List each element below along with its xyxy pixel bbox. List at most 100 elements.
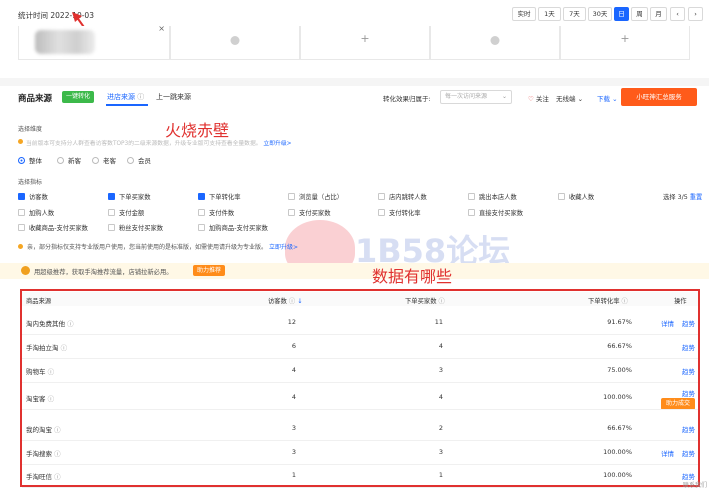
checkbox-icon xyxy=(468,209,475,216)
indicator-checkbox[interactable]: 收藏人数 xyxy=(558,192,594,201)
attribution-label: 转化效果归属于: xyxy=(383,95,431,103)
radio-label: 会员 xyxy=(138,157,151,165)
checkbox-label: 支付转化率 xyxy=(389,210,421,217)
checkbox-label: 加购商品-支付买家数 xyxy=(209,225,268,232)
indicator-checkbox[interactable]: 下单转化率 xyxy=(198,192,240,201)
checkbox-icon xyxy=(108,224,115,231)
checkbox-label: 收藏人数 xyxy=(569,194,595,201)
indicator-checkbox[interactable]: 加购人数 xyxy=(18,208,54,217)
checkbox-icon xyxy=(18,224,25,231)
period-button[interactable]: 30天 xyxy=(588,7,612,21)
product-card-add[interactable]: + xyxy=(300,26,430,60)
checkbox-icon xyxy=(378,209,385,216)
upgrade-note: 亲，部分指标仅支持专业版用户使用，您当前使用的是标准版，如需使用请升级为专业版。… xyxy=(27,244,298,251)
checkbox-icon xyxy=(198,224,205,231)
reset-button[interactable]: 重置 xyxy=(690,194,703,201)
checkbox-label: 支付件数 xyxy=(209,210,235,217)
radio-label: 老客 xyxy=(103,157,116,165)
indicator-checkbox[interactable]: 加购商品-支付买家数 xyxy=(198,223,268,232)
table-highlight-frame xyxy=(20,289,700,487)
period-button[interactable]: 日 xyxy=(614,7,629,21)
checkbox-icon xyxy=(198,209,205,216)
checkbox-label: 浏览量（占比） xyxy=(299,194,344,201)
one-click-convert-button[interactable]: 一键转化 xyxy=(62,91,95,103)
tab-entry-source[interactable]: 进店来源 ⓘ xyxy=(107,92,144,102)
plus-icon: + xyxy=(620,32,630,45)
radio-label: 整体 xyxy=(29,157,42,165)
chevron-left-icon[interactable]: ‹ xyxy=(670,7,685,21)
product-thumbnail-blurred xyxy=(35,30,95,54)
xiaowang-summary-button[interactable]: 小旺神汇总服务 xyxy=(621,88,697,106)
annotation-data-table: 数据有哪些 xyxy=(372,267,453,286)
period-button[interactable]: 周 xyxy=(631,7,648,21)
indicator-checkbox[interactable]: 粉丝支付买家数 xyxy=(108,223,163,232)
note-dot-icon xyxy=(18,244,23,249)
radio-label: 新客 xyxy=(68,157,81,165)
close-icon[interactable]: × xyxy=(158,24,165,33)
checkbox-icon xyxy=(558,193,565,200)
follow-button[interactable]: ♡ 关注 xyxy=(528,93,549,103)
indicator-checkbox[interactable]: 支付转化率 xyxy=(378,208,420,217)
table-row-divider xyxy=(22,487,698,488)
checkbox-label: 支付买家数 xyxy=(299,210,331,217)
dimension-radio[interactable]: 整体 xyxy=(18,155,42,165)
attribution-select[interactable]: 每一次访问来源 ⌄ xyxy=(440,90,512,104)
checkbox-label: 店内跳转人数 xyxy=(389,194,427,201)
indicator-checkbox[interactable]: 支付件数 xyxy=(198,208,234,217)
active-tab-indicator xyxy=(106,104,148,106)
checkbox-label: 粉丝支付买家数 xyxy=(119,225,164,232)
period-button[interactable]: 7天 xyxy=(563,7,586,21)
placeholder-dot-icon xyxy=(490,36,500,45)
dimension-hint: 当前版本可支持分人群查看访客数TOP3的二级来源数据，升级专业版可支持查看全量数… xyxy=(26,141,292,147)
product-card[interactable]: × xyxy=(18,24,170,60)
download-button[interactable]: 下载 ⌄ xyxy=(597,93,618,103)
checkbox-label: 跳出本店人数 xyxy=(479,194,517,201)
indicator-checkbox[interactable]: 收藏商品-支付买家数 xyxy=(18,223,88,232)
note-upgrade-link[interactable]: 立即升级> xyxy=(269,244,298,251)
chevron-right-icon[interactable]: › xyxy=(688,7,703,21)
indicator-checkbox[interactable]: 店内跳转人数 xyxy=(378,192,427,201)
indicator-checkbox[interactable]: 直接支付买家数 xyxy=(468,208,523,217)
indicator-checkbox[interactable]: 跳出本店人数 xyxy=(468,192,517,201)
promo-button[interactable]: 助力推荐 xyxy=(193,265,226,276)
selected-count: 选择 3/5 重置 xyxy=(663,194,703,201)
indicator-checkbox[interactable]: 浏览量（占比） xyxy=(288,192,343,201)
checkbox-label: 直接支付买家数 xyxy=(479,210,524,217)
checkbox-icon xyxy=(198,193,205,200)
period-button[interactable]: 实时 xyxy=(512,7,536,21)
chevron-down-icon: ⌄ xyxy=(501,93,507,100)
product-card-add[interactable]: + xyxy=(560,26,690,60)
indicator-checkbox[interactable]: 访客数 xyxy=(18,192,48,201)
checkbox-label: 访客数 xyxy=(29,194,48,201)
checkbox-icon xyxy=(378,193,385,200)
product-card[interactable] xyxy=(430,26,560,60)
period-button[interactable]: 1天 xyxy=(538,7,561,21)
dimension-radio[interactable]: 老客 xyxy=(92,155,116,165)
indicator-label: 选择指标 xyxy=(18,179,43,186)
promo-text: 用超级推荐，获取手淘推荐流量，店铺拉新必用。 xyxy=(34,269,173,276)
dimension-radio[interactable]: 会员 xyxy=(127,155,151,165)
checkbox-label: 加购人数 xyxy=(29,210,55,217)
checkbox-icon xyxy=(18,209,25,216)
heart-icon: ♡ xyxy=(528,95,534,103)
placeholder-dot-icon xyxy=(230,36,240,45)
radio-circle-icon xyxy=(18,156,25,164)
indicator-checkbox[interactable]: 下单买家数 xyxy=(108,192,150,201)
checkbox-label: 下单转化率 xyxy=(209,194,241,201)
product-card[interactable] xyxy=(170,26,300,60)
indicator-checkbox[interactable]: 支付金额 xyxy=(108,208,144,217)
checkbox-icon xyxy=(108,193,115,200)
radio-circle-icon xyxy=(92,156,99,164)
footer-link[interactable]: 联系我们 xyxy=(683,480,707,489)
indicator-checkbox[interactable]: 支付买家数 xyxy=(288,208,330,217)
device-select[interactable]: 无线端 ⌄ xyxy=(556,93,583,103)
period-button[interactable]: 月 xyxy=(650,7,667,21)
radio-circle-icon xyxy=(57,156,64,164)
tab-previous-source[interactable]: 上一跳来源 xyxy=(156,92,191,102)
upgrade-link[interactable]: 立即升级> xyxy=(263,141,291,147)
plus-icon: + xyxy=(360,32,370,45)
checkbox-label: 下单买家数 xyxy=(119,194,151,201)
checkbox-icon xyxy=(468,193,475,200)
dimension-label: 选择维度 xyxy=(18,126,43,133)
dimension-radio[interactable]: 新客 xyxy=(57,155,81,165)
